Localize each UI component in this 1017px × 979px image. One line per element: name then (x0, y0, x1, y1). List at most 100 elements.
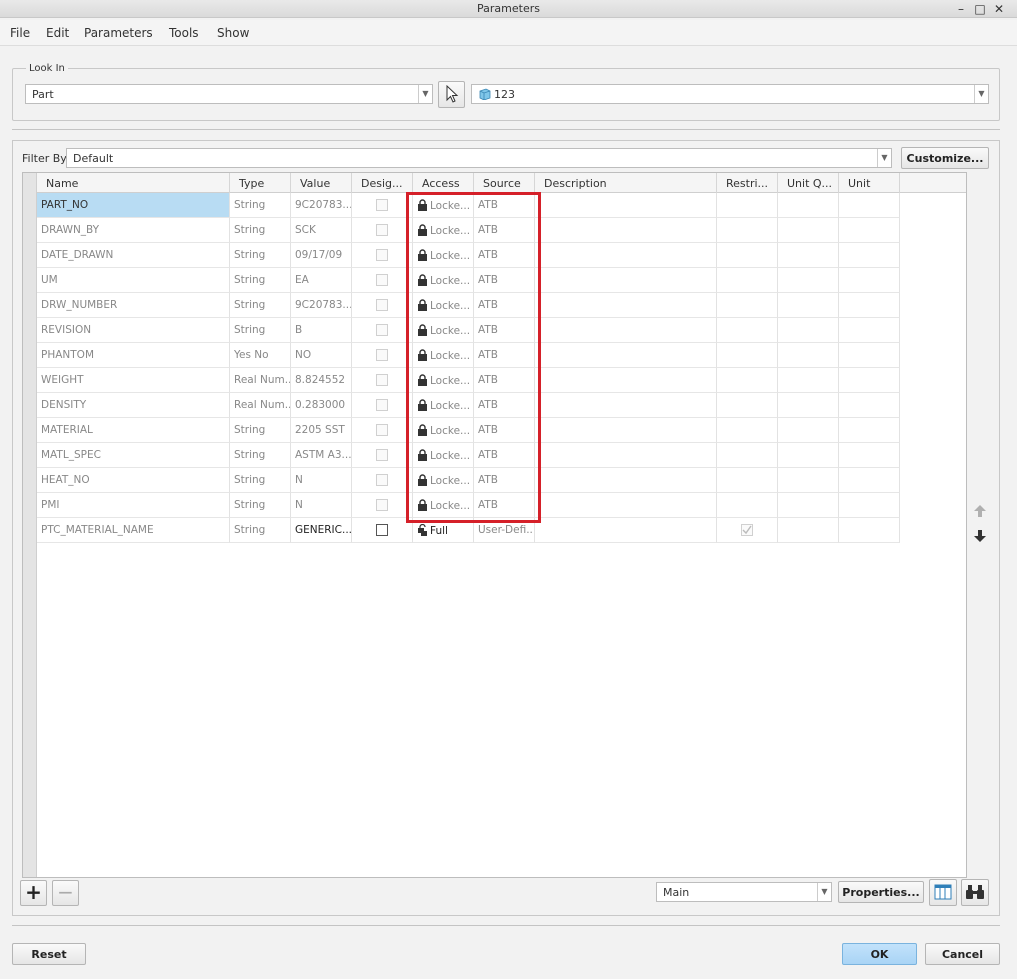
find-button[interactable] (961, 879, 989, 906)
param-restricted (717, 368, 778, 393)
param-value[interactable]: 9C20783... (291, 293, 352, 318)
param-value[interactable]: GENERIC... (291, 518, 352, 543)
param-name[interactable]: MATERIAL (37, 418, 230, 443)
param-value[interactable]: 9C20783... (291, 193, 352, 218)
look-in-scope-select[interactable]: Part ▼ (25, 84, 433, 104)
column-header-name[interactable]: Name (37, 173, 230, 193)
param-description[interactable] (535, 368, 717, 393)
remove-parameter-button[interactable]: − (52, 880, 79, 906)
param-unit-quantity (778, 393, 839, 418)
menu-file[interactable]: File (10, 26, 30, 40)
designate-checkbox[interactable] (376, 424, 388, 436)
param-name[interactable]: UM (37, 268, 230, 293)
look-in-legend: Look In (26, 63, 68, 74)
param-restricted (717, 193, 778, 218)
param-description[interactable] (535, 518, 717, 543)
param-name[interactable]: DENSITY (37, 393, 230, 418)
close-button[interactable]: ✕ (991, 1, 1007, 17)
param-name[interactable]: WEIGHT (37, 368, 230, 393)
designate-checkbox[interactable] (376, 474, 388, 486)
param-value[interactable]: 8.824552 (291, 368, 352, 393)
properties-button[interactable]: Properties... (838, 881, 924, 903)
column-header-type[interactable]: Type (230, 173, 291, 193)
designate-checkbox[interactable] (376, 224, 388, 236)
column-header-unit[interactable]: Unit (839, 173, 900, 193)
ok-button[interactable]: OK (842, 943, 917, 965)
param-value[interactable]: 09/17/09 (291, 243, 352, 268)
param-unit-quantity (778, 493, 839, 518)
designate-checkbox[interactable] (376, 399, 388, 411)
maximize-button[interactable]: □ (972, 1, 988, 17)
cancel-button[interactable]: Cancel (925, 943, 1000, 965)
param-restricted (717, 493, 778, 518)
customize-button[interactable]: Customize... (901, 147, 989, 169)
designate-cell (352, 443, 413, 468)
param-description[interactable] (535, 343, 717, 368)
param-value[interactable]: EA (291, 268, 352, 293)
param-restricted (717, 443, 778, 468)
param-description[interactable] (535, 443, 717, 468)
column-header-access[interactable]: Access (413, 173, 474, 193)
designate-checkbox[interactable] (376, 374, 388, 386)
move-up-button[interactable] (972, 504, 988, 520)
param-description[interactable] (535, 193, 717, 218)
param-name[interactable]: REVISION (37, 318, 230, 343)
param-value[interactable]: N (291, 468, 352, 493)
param-value[interactable]: ASTM A3... (291, 443, 352, 468)
view-select[interactable]: Main ▼ (656, 882, 832, 902)
designate-checkbox[interactable] (376, 299, 388, 311)
column-header-description[interactable]: Description (535, 173, 717, 193)
designate-checkbox[interactable] (376, 199, 388, 211)
param-description[interactable] (535, 268, 717, 293)
model-select[interactable]: 123 ▼ (471, 84, 989, 104)
param-value[interactable]: N (291, 493, 352, 518)
param-name[interactable]: DRW_NUMBER (37, 293, 230, 318)
table-columns-button[interactable] (929, 879, 957, 906)
param-name[interactable]: MATL_SPEC (37, 443, 230, 468)
select-model-button[interactable] (438, 81, 465, 108)
designate-cell (352, 468, 413, 493)
designate-checkbox[interactable] (376, 324, 388, 336)
param-description[interactable] (535, 318, 717, 343)
column-header-unit-quantity[interactable]: Unit Q... (778, 173, 839, 193)
designate-checkbox[interactable] (376, 249, 388, 261)
menu-show[interactable]: Show (217, 26, 249, 40)
designate-checkbox[interactable] (376, 274, 388, 286)
param-description[interactable] (535, 418, 717, 443)
filter-by-select[interactable]: Default ▼ (66, 148, 892, 168)
column-header-designate[interactable]: Desig... (352, 173, 413, 193)
designate-checkbox[interactable] (376, 449, 388, 461)
param-value[interactable]: 2205 SST (291, 418, 352, 443)
param-name[interactable]: PTC_MATERIAL_NAME (37, 518, 230, 543)
designate-checkbox[interactable] (376, 349, 388, 361)
menu-tools[interactable]: Tools (169, 26, 199, 40)
param-description[interactable] (535, 493, 717, 518)
param-value[interactable]: NO (291, 343, 352, 368)
menu-parameters[interactable]: Parameters (84, 26, 153, 40)
param-description[interactable] (535, 393, 717, 418)
param-name[interactable]: PART_NO (37, 193, 230, 218)
param-name[interactable]: DATE_DRAWN (37, 243, 230, 268)
chevron-down-icon: ▼ (974, 85, 988, 103)
minimize-button[interactable]: – (953, 1, 969, 17)
designate-checkbox[interactable] (376, 524, 388, 536)
param-description[interactable] (535, 243, 717, 268)
column-header-source[interactable]: Source (474, 173, 535, 193)
column-header-value[interactable]: Value (291, 173, 352, 193)
column-header-restricted[interactable]: Restri... (717, 173, 778, 193)
param-value[interactable]: B (291, 318, 352, 343)
move-down-button[interactable] (972, 529, 988, 545)
param-name[interactable]: PMI (37, 493, 230, 518)
param-description[interactable] (535, 468, 717, 493)
param-description[interactable] (535, 293, 717, 318)
add-parameter-button[interactable]: + (20, 880, 47, 906)
menu-edit[interactable]: Edit (46, 26, 69, 40)
reset-button[interactable]: Reset (12, 943, 86, 965)
param-name[interactable]: PHANTOM (37, 343, 230, 368)
param-value[interactable]: SCK (291, 218, 352, 243)
param-description[interactable] (535, 218, 717, 243)
param-name[interactable]: DRAWN_BY (37, 218, 230, 243)
designate-checkbox[interactable] (376, 499, 388, 511)
param-value[interactable]: 0.283000 (291, 393, 352, 418)
param-name[interactable]: HEAT_NO (37, 468, 230, 493)
